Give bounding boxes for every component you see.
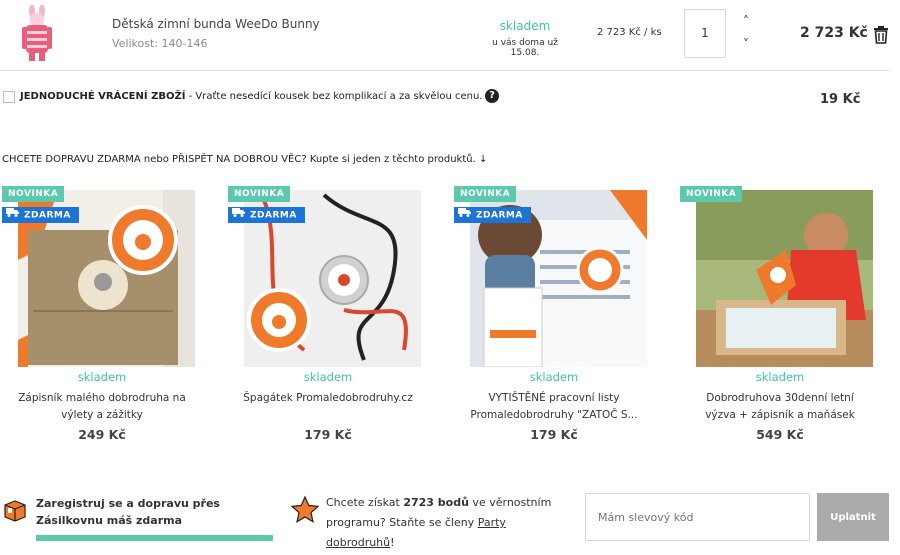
badge-new: NOVINKA [680,186,743,202]
badge-new: NOVINKA [2,186,65,202]
truck-icon [458,207,471,223]
return-checkbox[interactable] [3,91,15,103]
product-stock: skladem [529,370,579,384]
quantity-input[interactable]: 1 [684,9,726,58]
quantity-decrease-icon[interactable]: ˅ [743,37,749,51]
badge-free-shipping: ZDARMA [2,207,79,223]
product-stock: skladem [77,370,127,384]
product-title[interactable]: Zápisník malého dobrodruha na výlety a z… [12,390,192,424]
badge-free-shipping: ZDARMA [228,207,305,223]
help-icon[interactable]: ? [485,89,499,103]
product-card[interactable]: NOVINKA skladem Dobrodruhova 30denní let… [680,186,880,446]
product-thumbnail[interactable] [18,4,56,63]
product-stock: skladem [755,370,805,384]
unit-price: 2 723 Kč / ks [597,27,662,38]
product-price: 179 Kč [530,427,578,442]
product-card[interactable]: NOVINKA ZDARMA skladem VYTIŠTĚNÉ pracovn… [454,186,654,446]
return-price: 19 Kč [820,92,861,107]
promo-heading: CHCETE DOPRAVU ZDARMA nebo PŘISPĚT NA DO… [2,154,488,165]
product-title[interactable]: Dobrodruhova 30denní letní výzva + zápis… [690,390,870,424]
badge-new: NOVINKA [454,186,517,202]
product-image-summer-challenge[interactable] [696,190,873,367]
product-card[interactable]: NOVINKA ZDARMA skladem Špagátek Promaled… [228,186,428,446]
progress-bar [36,535,273,541]
line-total: 2 723 Kč [800,25,868,41]
truck-icon [232,207,245,223]
badge-free-shipping: ZDARMA [454,207,531,223]
loyalty-text: Chcete získat 2723 bodů ve věrnostním pr… [326,496,552,549]
truck-icon [6,207,19,223]
register-promo: Zaregistruj se a dopravu přes Zásilkovnu… [36,497,220,527]
product-card[interactable]: NOVINKA ZDARMA skladem Zápisník malého d… [2,186,202,446]
star-icon [290,495,320,525]
product-name[interactable]: Dětská zimní bunda WeeDo Bunny [112,17,320,31]
divider [0,70,889,71]
return-label: JEDNODUCHÉ VRÁCENÍ ZBOŽÍ - Vraťte nesedí… [20,91,483,102]
product-price: 549 Kč [756,427,804,442]
product-stock: skladem [303,370,353,384]
coupon-input[interactable] [585,493,810,541]
product-price: 179 Kč [304,427,352,442]
badge-new: NOVINKA [228,186,291,202]
delivery-date: u vás doma už 15.08. [492,38,558,58]
quantity-increase-icon[interactable]: ˄ [743,14,749,28]
product-size: Velikost: 140-146 [112,37,208,50]
product-title[interactable]: Špagátek Promaledobrodruhy.cz [238,390,418,407]
apply-coupon-button[interactable]: Uplatnit [817,493,889,541]
product-price: 249 Kč [78,427,126,442]
box-icon [2,497,28,523]
trash-icon[interactable] [873,26,889,44]
product-title[interactable]: VYTIŠTĚNÉ pracovní listy Promaledobrodru… [464,390,644,424]
stock-status: skladem [499,19,551,33]
